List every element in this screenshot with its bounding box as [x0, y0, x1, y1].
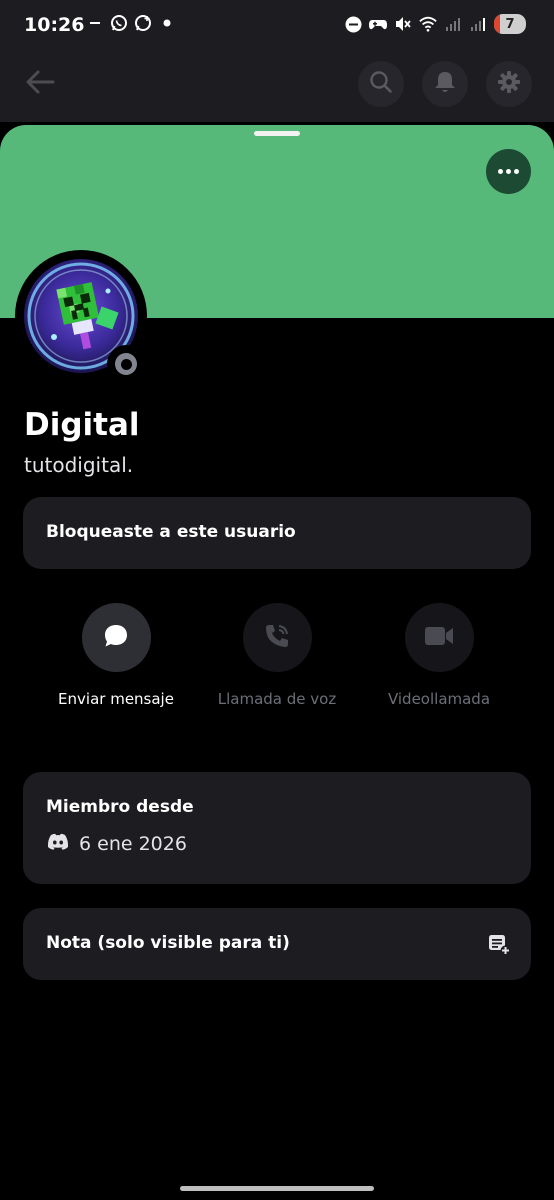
send-message-label: Enviar mensaje: [58, 690, 174, 708]
mute-icon: [394, 15, 412, 33]
offline-status-icon: [115, 353, 137, 375]
presence-hole: [120, 358, 132, 370]
member-since-title: Miembro desde: [46, 797, 194, 817]
back-button[interactable]: [22, 64, 58, 104]
note-label: Nota (solo visible para ti): [46, 933, 290, 953]
battery-level-fill: [494, 14, 501, 34]
chat-bubble-icon: [102, 622, 130, 654]
signal-icon: [444, 15, 462, 33]
username: tutodigital.: [24, 453, 134, 477]
gear-icon: [497, 70, 521, 98]
do-not-disturb-icon: [344, 15, 362, 33]
note-card[interactable]: Nota (solo visible para ti): [23, 908, 531, 980]
video-call-button[interactable]: [404, 603, 474, 672]
video-call-label: Videollamada: [387, 690, 491, 708]
more-dot: [506, 169, 511, 174]
add-note-icon[interactable]: [487, 932, 511, 956]
minus-icon: [86, 14, 104, 32]
battery-level-text: 7: [505, 16, 515, 32]
gamepad-icon: [369, 15, 387, 33]
blocked-notice-text: Bloqueaste a este usuario: [46, 522, 296, 542]
arrow-left-icon: [25, 69, 55, 99]
member-since-card: Miembro desde 6 ene 2026: [23, 772, 531, 884]
wifi-icon: [419, 15, 437, 33]
home-indicator[interactable]: [180, 1186, 374, 1191]
video-call-action[interactable]: Videollamada: [364, 603, 514, 711]
more-dots-icon: [498, 169, 503, 174]
sheet-drag-handle[interactable]: [254, 131, 300, 136]
signal-icon: [469, 15, 487, 33]
display-name: Digital: [24, 407, 140, 443]
status-notification-icons: [86, 14, 176, 32]
more-options-button[interactable]: [486, 149, 531, 194]
discord-icon: [46, 833, 70, 855]
presence-indicator: [107, 345, 145, 383]
whatsapp-icon: [110, 14, 128, 32]
video-camera-icon: [423, 623, 455, 653]
bell-icon: [434, 70, 456, 98]
voice-call-action[interactable]: Llamada de voz: [202, 603, 352, 711]
status-system-icons: 7: [344, 14, 526, 34]
send-message-button[interactable]: [81, 603, 151, 672]
more-dot: [514, 169, 519, 174]
phone-call-icon: [263, 622, 291, 654]
notifications-button[interactable]: [422, 61, 468, 107]
member-since-row: 6 ene 2026: [46, 833, 187, 855]
status-bar: 10:26 7: [0, 0, 554, 52]
profile-sheet: Digital tutodigital. Bloqueaste a este u…: [0, 125, 554, 1200]
status-time: 10:26: [24, 14, 85, 36]
dot-icon: [158, 14, 176, 32]
settings-button[interactable]: [486, 61, 532, 107]
search-button[interactable]: [358, 61, 404, 107]
send-message-action[interactable]: Enviar mensaje: [41, 603, 191, 711]
top-app-bar: [0, 52, 554, 122]
search-icon: [369, 70, 393, 98]
member-since-date: 6 ene 2026: [79, 833, 187, 855]
whatsapp-business-icon: [134, 14, 152, 32]
blocked-notice-card[interactable]: Bloqueaste a este usuario: [23, 497, 531, 569]
voice-call-button[interactable]: [242, 603, 312, 672]
voice-call-label: Llamada de voz: [217, 690, 337, 708]
battery-indicator: 7: [494, 14, 526, 34]
